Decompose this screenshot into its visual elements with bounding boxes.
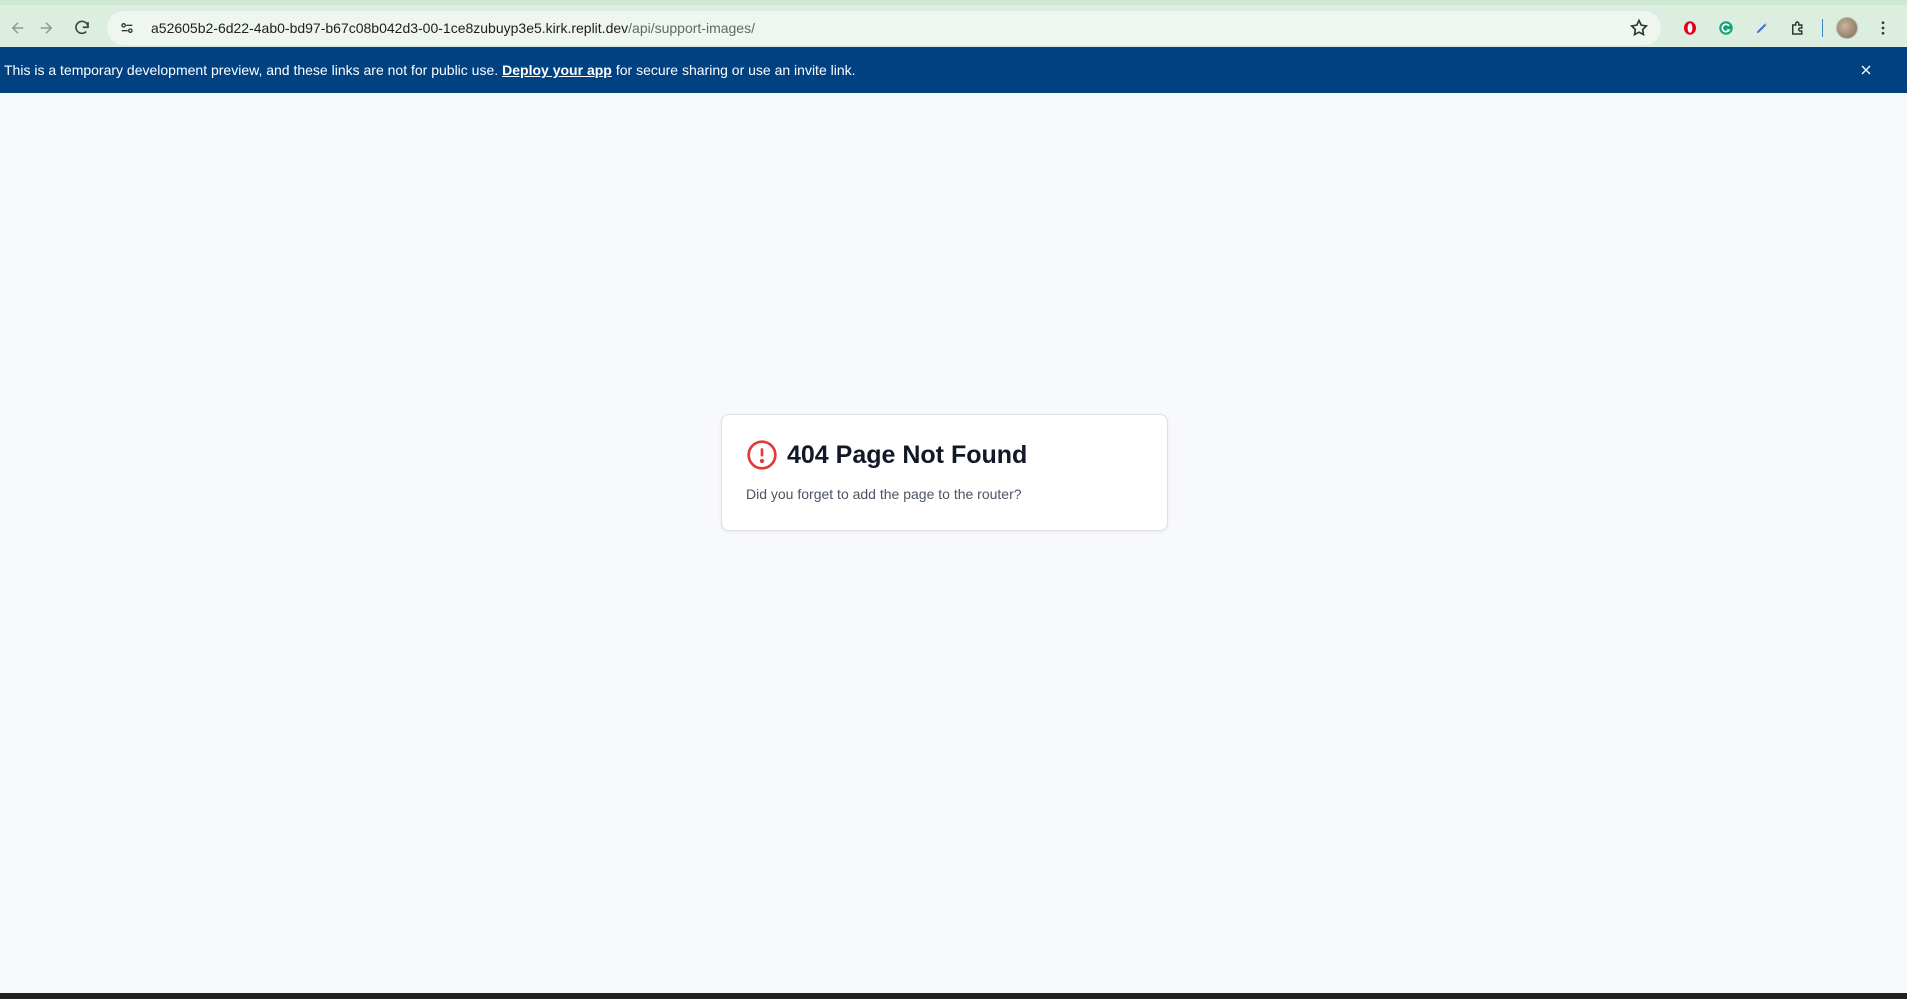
url-host: a52605b2-6d22-4ab0-bd97-b67c08b042d3-00-… bbox=[151, 20, 629, 36]
site-settings-icon[interactable] bbox=[117, 18, 137, 38]
extensions-area bbox=[1672, 11, 1907, 45]
reload-icon bbox=[75, 20, 89, 35]
taskbar-edge bbox=[0, 993, 1907, 999]
opera-extension-icon[interactable] bbox=[1672, 11, 1708, 45]
url-path: /api/support-images/ bbox=[628, 20, 755, 36]
banner-close-button[interactable] bbox=[1855, 59, 1877, 81]
arrow-left-icon bbox=[11, 22, 24, 34]
pen-extension-icon[interactable] bbox=[1744, 11, 1780, 45]
deploy-app-link[interactable]: Deploy your app bbox=[502, 62, 612, 78]
page-title: 404 Page Not Found bbox=[787, 440, 1028, 469]
browser-toolbar: a52605b2-6d22-4ab0-bd97-b67c08b042d3-00-… bbox=[0, 0, 1907, 47]
page-content bbox=[0, 93, 1907, 993]
close-icon bbox=[1861, 65, 1871, 75]
card-header: 404 Page Not Found bbox=[746, 439, 1143, 471]
puzzle-extensions-icon[interactable] bbox=[1780, 11, 1816, 45]
banner-text-before: This is a temporary development preview,… bbox=[4, 62, 499, 78]
alert-circle-icon bbox=[747, 440, 777, 470]
forward-button[interactable] bbox=[28, 10, 64, 46]
browser-menu-button[interactable] bbox=[1865, 11, 1901, 45]
arrow-right-icon bbox=[40, 22, 53, 34]
profile-avatar[interactable] bbox=[1829, 11, 1865, 45]
not-found-card: 404 Page Not Found Did you forget to add… bbox=[721, 414, 1168, 531]
more-vertical-icon bbox=[1881, 21, 1885, 35]
dev-preview-banner: This is a temporary development preview,… bbox=[0, 47, 1907, 93]
bookmark-star-icon[interactable] bbox=[1629, 18, 1649, 38]
avatar bbox=[1836, 17, 1858, 39]
banner-text-after: for secure sharing or use an invite link… bbox=[615, 62, 856, 78]
error-message: Did you forget to add the page to the ro… bbox=[746, 486, 1022, 502]
reload-button[interactable] bbox=[64, 10, 100, 46]
toolbar-separator bbox=[1822, 19, 1823, 37]
address-bar[interactable]: a52605b2-6d22-4ab0-bd97-b67c08b042d3-00-… bbox=[107, 11, 1661, 45]
url-text[interactable]: a52605b2-6d22-4ab0-bd97-b67c08b042d3-00-… bbox=[151, 20, 755, 36]
grammarly-extension-icon[interactable] bbox=[1708, 11, 1744, 45]
